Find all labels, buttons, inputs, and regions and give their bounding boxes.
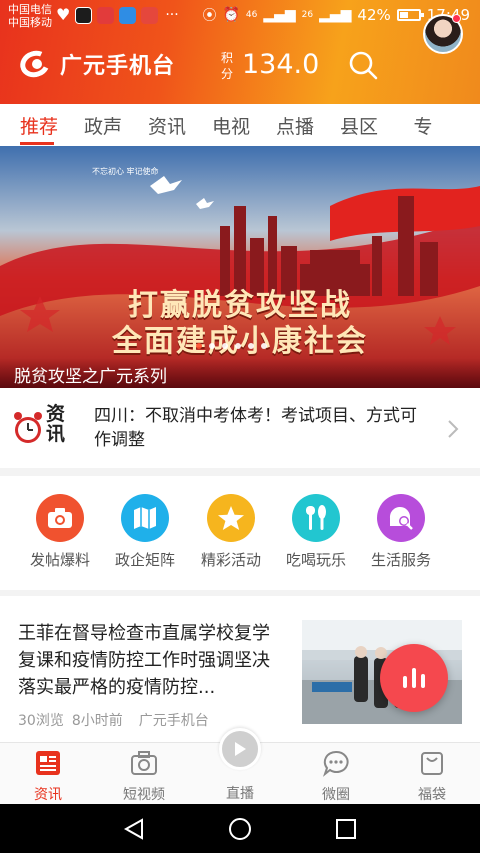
tab-news[interactable]: 资讯: [142, 112, 192, 139]
shortcut-label: 精彩活动: [200, 551, 261, 569]
battery-percent: 42%: [357, 6, 391, 24]
network-badge-2: 26: [301, 9, 314, 20]
chat-bubble-icon: [322, 750, 349, 777]
signal-icon-2: ▂▄▆: [319, 7, 352, 23]
camera-icon: [36, 494, 84, 542]
section-divider: [0, 590, 480, 596]
network-badge: 46: [245, 9, 258, 20]
nav-circle[interactable]: 微圈: [296, 749, 376, 804]
nav-label: 微圈: [322, 787, 350, 803]
cutlery-icon: [292, 494, 340, 542]
audio-floating-button[interactable]: [380, 644, 448, 712]
banner-small-text: 不忘初心 牢记使命: [92, 167, 159, 176]
audio-wave-icon: [403, 668, 425, 688]
tab-counties[interactable]: 县区: [334, 112, 384, 139]
tab-special[interactable]: 专: [398, 112, 448, 139]
carousel-dot[interactable]: [222, 343, 228, 349]
search-icon[interactable]: [348, 50, 378, 80]
heart-icon: ♥: [56, 5, 71, 24]
app-header: 广元手机台 积分 134.0: [0, 30, 480, 104]
notification-icons: ♥ ···: [56, 7, 179, 24]
star-icon: [207, 494, 255, 542]
shortcut-label: 吃喝玩乐: [285, 551, 346, 569]
banner-slogan-2: 全面建成小康社会: [112, 324, 368, 359]
points-label: 积分: [221, 51, 234, 81]
carrier-1: 中国电信: [8, 3, 52, 16]
news-icon: [36, 751, 60, 775]
points-value[interactable]: 134.0: [242, 49, 319, 80]
shortcut-post-tip[interactable]: 发帖爆料: [12, 494, 108, 570]
shortcut-food-fun[interactable]: 吃喝玩乐: [268, 494, 364, 570]
recent-apps-icon[interactable]: [336, 819, 356, 839]
shortcut-label: 政企矩阵: [114, 551, 175, 569]
channel-tabs: 推荐 政声 资讯 电视 点播 县区 专: [0, 104, 480, 146]
carousel-dot[interactable]: [209, 343, 215, 349]
home-icon[interactable]: [229, 818, 251, 840]
nav-short-video[interactable]: 短视频: [104, 749, 184, 804]
alarm-icon: ⏰: [222, 7, 240, 23]
nav-news[interactable]: 资讯: [8, 749, 88, 804]
tiktok-icon: [75, 7, 93, 24]
play-icon: [235, 742, 246, 756]
camera-outline-icon: [131, 751, 157, 775]
app-notification-icon: [97, 7, 115, 24]
shortcut-life-service[interactable]: 生活服务: [353, 494, 449, 570]
carrier-2: 中国移动: [8, 16, 52, 29]
service-search-icon: [377, 494, 425, 542]
nav-label: 福袋: [418, 787, 446, 803]
carousel-dot[interactable]: [196, 343, 202, 349]
location-icon: ⦿: [202, 8, 217, 24]
shortcut-label: 生活服务: [370, 551, 431, 569]
news-app-icon: [141, 7, 159, 24]
chevron-right-icon[interactable]: [446, 418, 460, 440]
article-title[interactable]: 王菲在督导检查市直属学校复学复课和疫情防控工作时强调坚决落实最严格的疫情防控..…: [18, 620, 284, 701]
article-source: 广元手机台: [138, 713, 209, 729]
logo-icon: [16, 46, 54, 82]
carousel-dots: [196, 343, 267, 349]
shortcut-label: 发帖爆料: [29, 551, 90, 569]
app-name: 广元手机台: [60, 54, 176, 79]
drop-icon: [119, 7, 137, 24]
tab-vod[interactable]: 点播: [270, 112, 320, 139]
section-divider: [0, 468, 480, 476]
app-logo[interactable]: 广元手机台: [16, 46, 176, 82]
nav-label: 资讯: [34, 787, 62, 803]
tab-tv[interactable]: 电视: [206, 112, 256, 139]
shortcut-activities[interactable]: 精彩活动: [183, 494, 279, 570]
notification-dot: [452, 14, 461, 23]
carrier-info: 中国电信 中国移动: [8, 3, 52, 29]
article-views: 30浏览: [18, 713, 64, 729]
signal-icon: ▂▄▆: [263, 7, 296, 23]
map-icon: [121, 494, 169, 542]
nav-lucky-bag[interactable]: 福袋: [392, 749, 472, 804]
nav-label: 短视频: [123, 787, 165, 803]
more-notifications-icon: ···: [165, 7, 179, 23]
banner-caption: 脱贫攻坚之广元系列: [14, 367, 167, 387]
ticker-headline[interactable]: 四川：不取消中考体考！考试项目、方式可作调整: [94, 404, 424, 452]
back-icon[interactable]: [123, 818, 143, 840]
battery-icon: [396, 9, 424, 21]
carousel-dot[interactable]: [248, 343, 254, 349]
article-meta: 30浏览 8小时前 广元手机台: [18, 710, 209, 730]
tab-politics[interactable]: 政声: [78, 112, 128, 139]
nav-live-label: 直播: [226, 786, 254, 802]
carousel-dot[interactable]: [261, 343, 267, 349]
system-navigation-bar: [0, 804, 480, 853]
shortcut-gov-matrix[interactable]: 政企矩阵: [97, 494, 193, 570]
carousel-dot[interactable]: [235, 343, 241, 349]
article-time: 8小时前: [71, 713, 123, 729]
tab-recommend[interactable]: 推荐: [14, 112, 64, 139]
bag-icon: [421, 752, 443, 775]
ticker-label: 资讯: [46, 403, 66, 445]
active-tab-indicator: [20, 142, 54, 145]
nav-live-button[interactable]: [219, 728, 261, 770]
status-bar: 中国电信 中国移动 ♥ ··· ⦿ ⏰ 46 ▂▄▆ 26 ▂▄▆ 42% 17…: [0, 0, 480, 30]
app-screen: 中国电信 中国移动 ♥ ··· ⦿ ⏰ 46 ▂▄▆ 26 ▂▄▆ 42% 17…: [0, 0, 480, 853]
